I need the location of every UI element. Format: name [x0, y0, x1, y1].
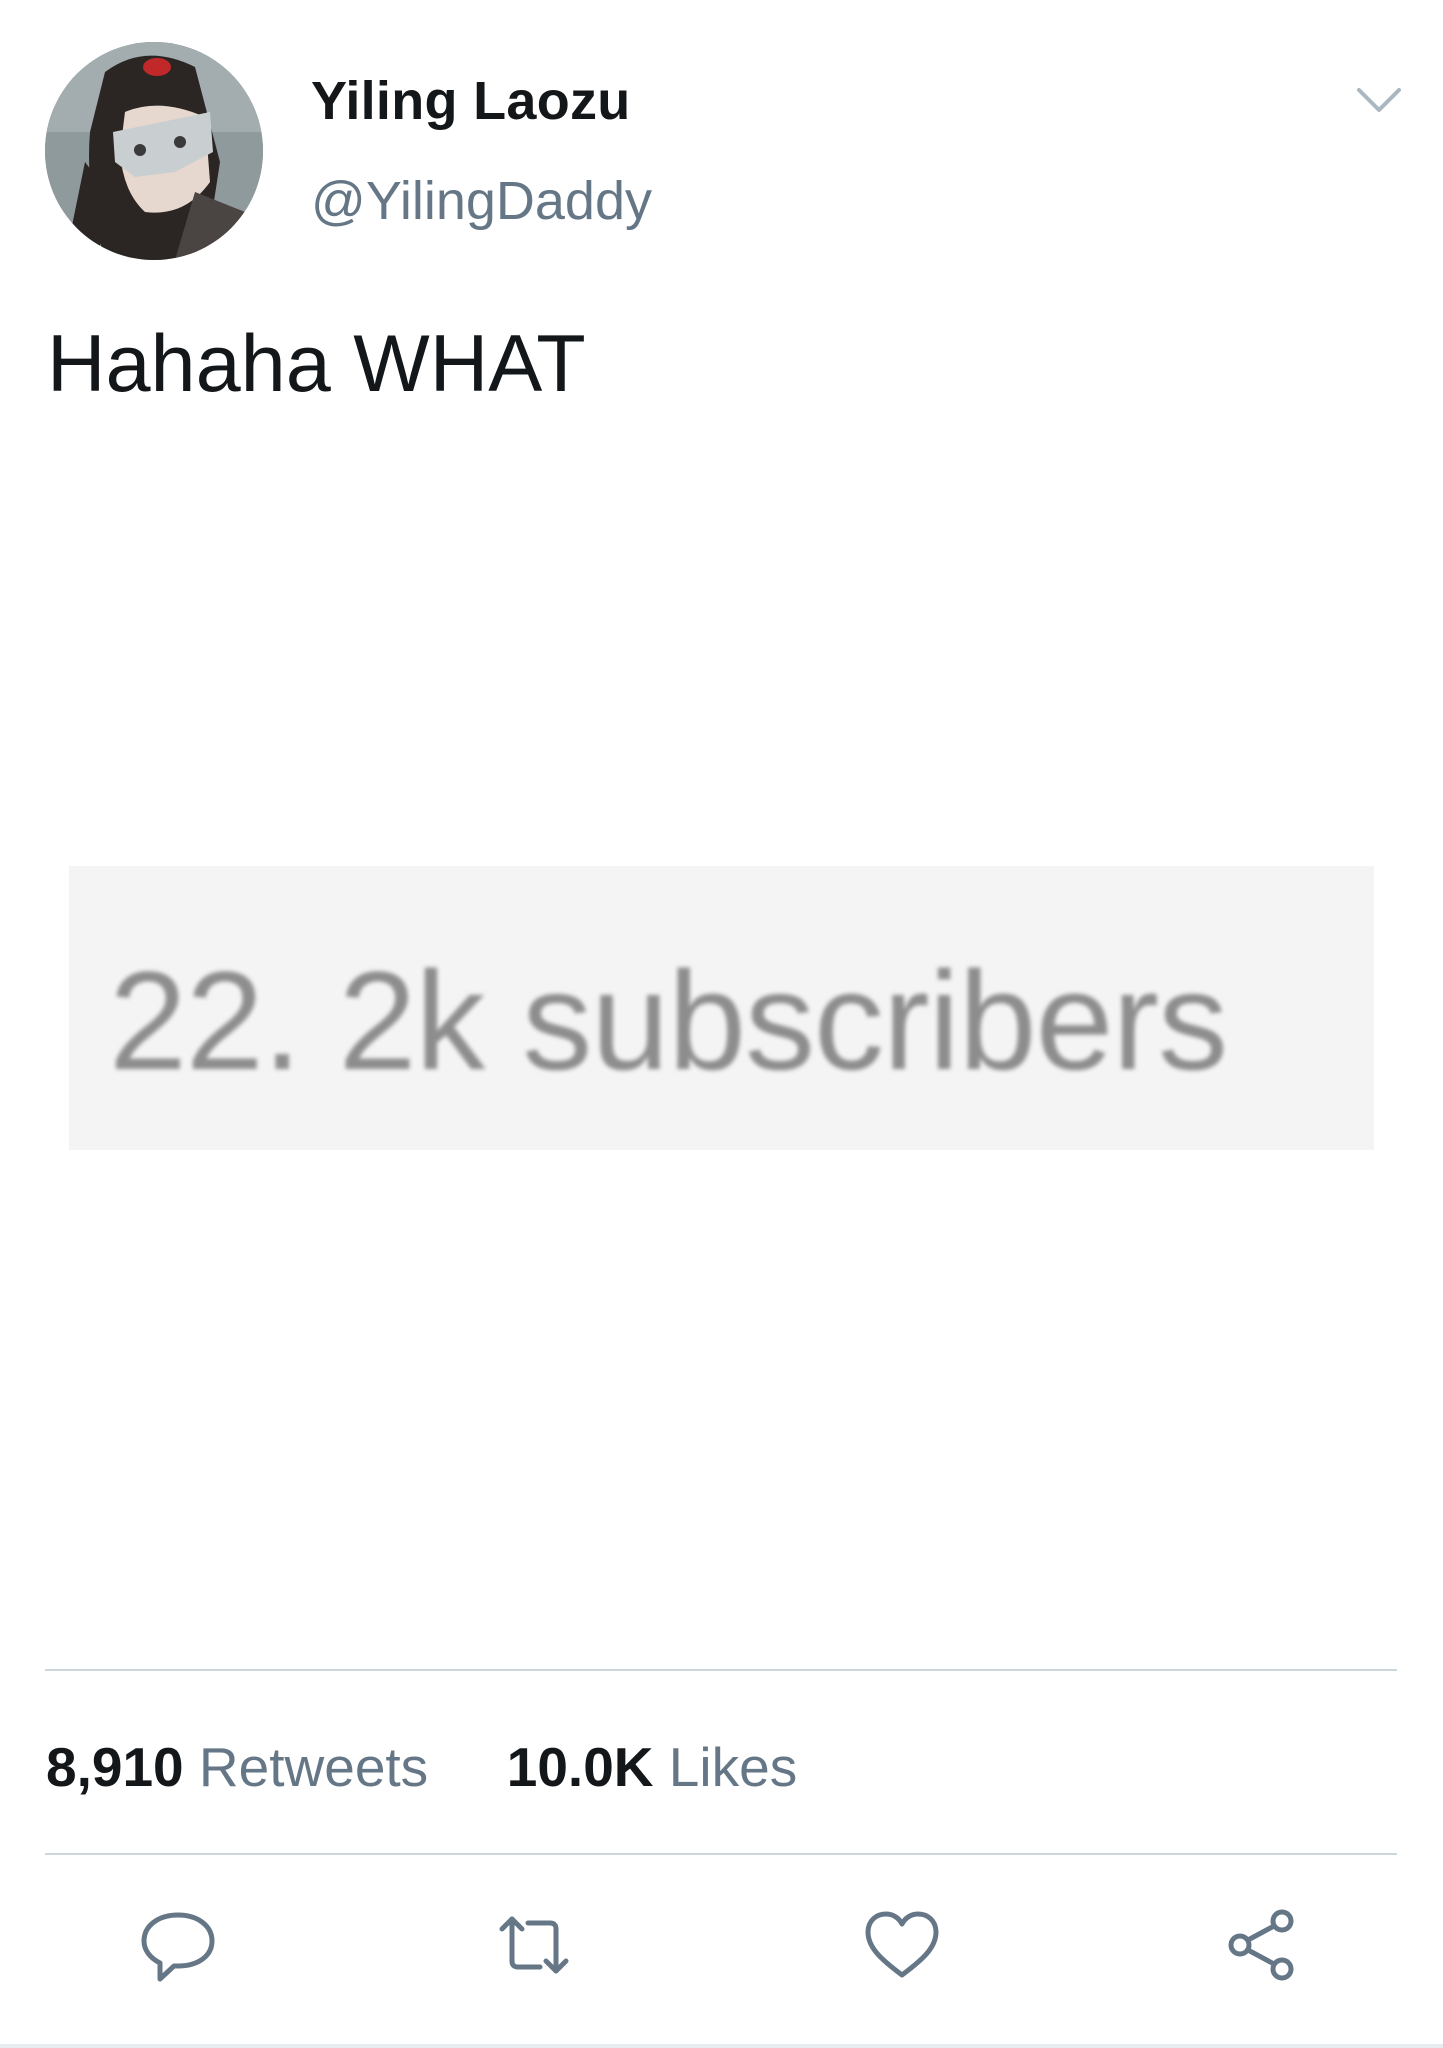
divider [0, 2044, 1443, 2048]
tweet-media[interactable]: 22. 2k subscribers [69, 866, 1374, 1150]
chevron-down-icon[interactable] [1355, 82, 1403, 118]
share-icon [1228, 1909, 1294, 1981]
heart-icon [865, 1911, 939, 1978]
display-name[interactable]: Yiling Laozu [311, 70, 631, 132]
tweet-text: Hahaha WHAT [47, 319, 586, 409]
reply-button[interactable] [138, 1905, 218, 1985]
divider [45, 1853, 1397, 1855]
speech-bubble-icon [141, 1912, 215, 1982]
divider [45, 1669, 1397, 1671]
retweets-count: 8,910 [46, 1736, 184, 1798]
share-button[interactable] [1222, 1905, 1302, 1985]
likes-label: Likes [668, 1736, 798, 1798]
retweets-label: Retweets [198, 1736, 429, 1798]
retweet-button[interactable] [494, 1905, 574, 1985]
tweet-stats: 8,910 Retweets 10.0K Likes [46, 1735, 797, 1799]
retweet-icon [499, 1916, 569, 1974]
likes-stat[interactable]: 10.0K Likes [491, 1736, 797, 1798]
avatar[interactable] [45, 42, 263, 260]
user-handle[interactable]: @YilingDaddy [311, 170, 652, 232]
avatar-image [45, 42, 263, 260]
likes-count: 10.0K [506, 1736, 654, 1798]
like-button[interactable] [862, 1905, 942, 1985]
media-caption: 22. 2k subscribers [109, 942, 1228, 1099]
retweets-stat[interactable]: 8,910 Retweets [46, 1736, 443, 1798]
